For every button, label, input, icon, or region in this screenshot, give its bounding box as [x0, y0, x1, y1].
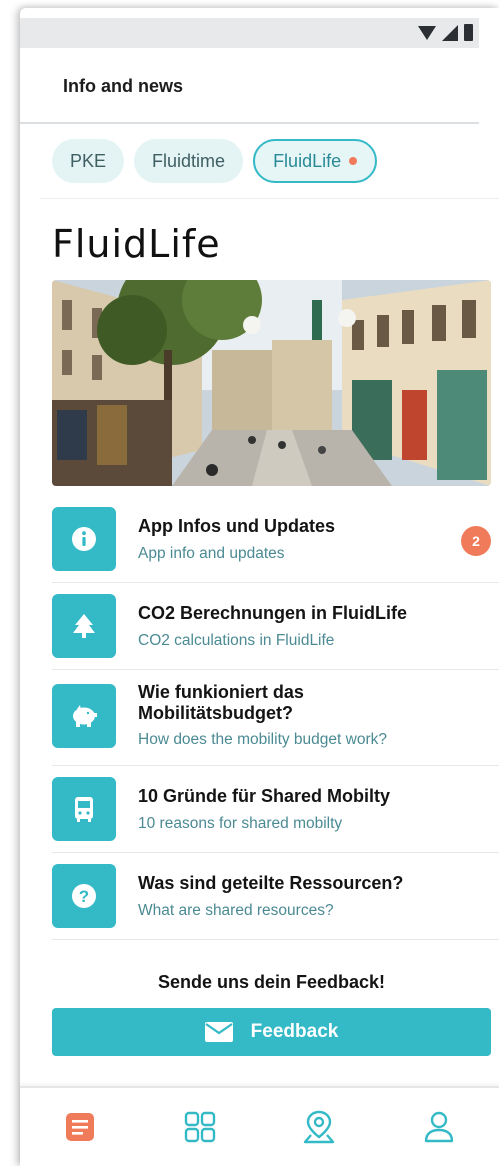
item-title-line2: Mobilitätsbudget?	[138, 703, 293, 723]
tab-pke[interactable]: PKE	[52, 139, 125, 183]
header-title: Info and news	[63, 76, 184, 96]
wifi-icon	[418, 25, 436, 40]
unread-dot	[349, 157, 358, 165]
tab-fluidlife[interactable]: FluidLife	[253, 139, 378, 183]
piggy-bank-icon	[52, 684, 116, 748]
item-subtitle: How does the mobility budget work?	[138, 731, 387, 748]
envelope-icon	[204, 1022, 233, 1042]
tree-icon	[52, 594, 116, 658]
feedback-prompt: Sende uns dein Feedback!	[157, 972, 386, 992]
list-item-shared-resources[interactable]: ? Was sind geteilte Ressourcen? What are…	[52, 853, 499, 940]
item-title: Was sind geteilte Ressourcen?	[138, 873, 404, 893]
app-header: Info and news	[20, 48, 479, 124]
item-title-line1: Wie funkioniert das	[138, 682, 304, 702]
map-pin-icon	[304, 1110, 335, 1144]
item-title: CO2 Berechnungen in FluidLife	[138, 603, 408, 623]
status-bar	[20, 18, 479, 48]
item-subtitle: 10 reasons for shared mobilty	[138, 815, 343, 832]
nav-news[interactable]	[20, 1088, 140, 1166]
list-item-mobility-budget[interactable]: Wie funkioniert das Mobilitätsbudget? Ho…	[52, 670, 499, 766]
tab-label: Fluidtime	[152, 150, 226, 171]
svg-text:?: ?	[79, 887, 89, 906]
item-subtitle: CO2 calculations in FluidLife	[138, 632, 335, 649]
list-item-shared-mobility[interactable]: 10 Gründe für Shared Mobilty 10 reasons …	[52, 766, 499, 853]
item-subtitle: What are shared resources?	[138, 902, 334, 919]
nav-profile[interactable]	[379, 1088, 499, 1166]
battery-icon	[464, 24, 473, 41]
count-badge: 2	[461, 526, 491, 556]
feedback-button[interactable]: Feedback	[52, 1008, 491, 1056]
tab-label: PKE	[70, 150, 107, 171]
news-icon	[65, 1113, 94, 1141]
hero-image	[52, 280, 491, 486]
item-subtitle: App info and updates	[138, 545, 285, 562]
item-title: 10 Gründe für Shared Mobilty	[138, 786, 391, 806]
nav-map[interactable]	[260, 1088, 380, 1166]
page-title: FluidLife	[52, 222, 221, 266]
grid-icon	[184, 1111, 215, 1143]
nav-services[interactable]	[140, 1088, 260, 1166]
news-list: App Infos und Updates App info and updat…	[52, 496, 499, 940]
tab-fluidtime[interactable]: Fluidtime	[134, 139, 244, 183]
signal-icon	[442, 24, 458, 41]
info-icon	[52, 507, 116, 571]
list-item-app-infos[interactable]: App Infos und Updates App info and updat…	[52, 496, 499, 583]
list-item-co2[interactable]: CO2 Berechnungen in FluidLife CO2 calcul…	[52, 583, 499, 670]
user-icon	[424, 1111, 454, 1143]
question-icon: ?	[52, 864, 116, 928]
divider	[40, 198, 499, 199]
tab-bar: PKE Fluidtime FluidLife	[52, 139, 378, 183]
item-title: App Infos und Updates	[138, 516, 335, 536]
bus-icon	[52, 777, 116, 841]
tab-label: FluidLife	[273, 150, 342, 171]
bottom-nav	[20, 1086, 499, 1166]
feedback-button-label: Feedback	[250, 1021, 339, 1042]
